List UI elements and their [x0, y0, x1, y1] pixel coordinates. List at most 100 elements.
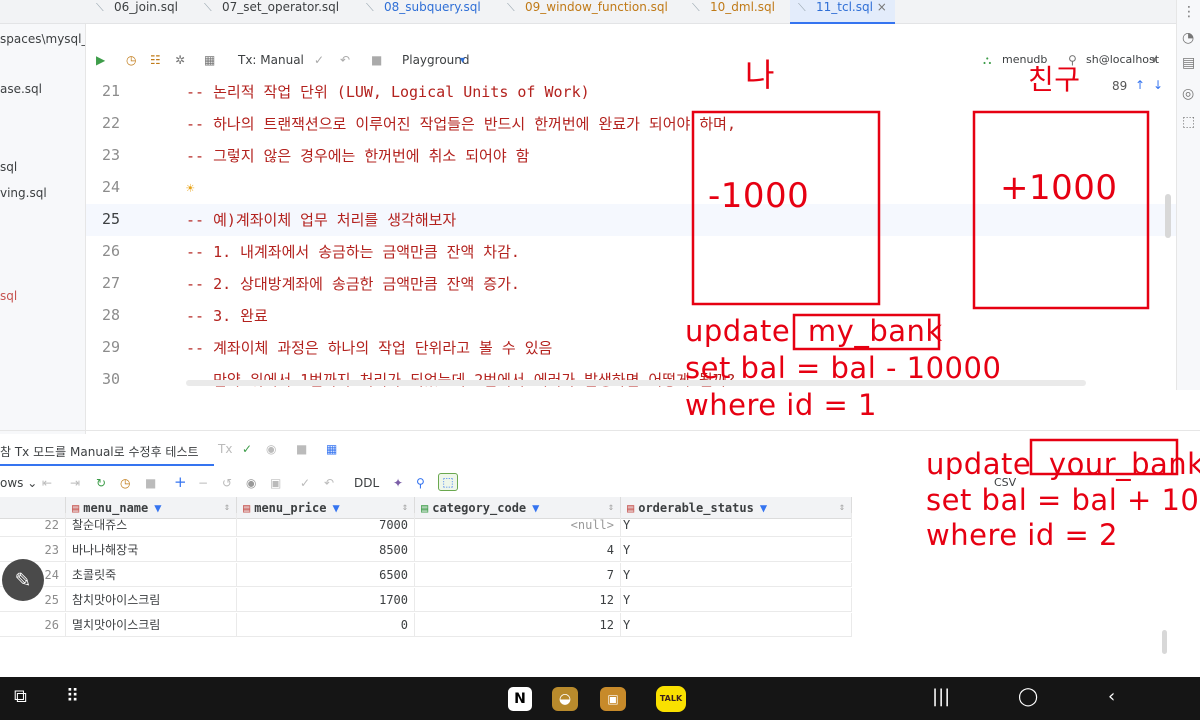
bell-icon[interactable]: ◔	[1182, 30, 1194, 46]
ai-icon[interactable]: ◎	[1182, 86, 1194, 102]
cell-menu-name[interactable]: 멸치맛아이스크림	[66, 613, 237, 637]
code-line[interactable]: -- 계좌이체 과정은 하나의 작업 단위라고 볼 수 있음	[186, 332, 552, 364]
search-icon[interactable]: ⚲	[416, 476, 425, 490]
schema-icon: ⛬	[983, 53, 992, 67]
lightbulb-icon[interactable]: ☀	[186, 181, 194, 197]
back-icon[interactable]: ‹	[1108, 686, 1115, 707]
code-line[interactable]: -- 1. 내계좌에서 송금하는 금액만큼 잔액 차감.	[186, 236, 520, 268]
stop-icon[interactable]: ■	[371, 53, 382, 67]
rollback-icon[interactable]: ◉	[266, 442, 276, 456]
chevron-down-icon[interactable]: ▾	[1152, 55, 1157, 66]
result-tab[interactable]: 참 Tx 모드를 Manual로 수정후 테스트	[0, 436, 214, 466]
revert-icon[interactable]: ↺	[222, 476, 232, 490]
grid-icon[interactable]: ▦	[326, 442, 337, 456]
apps-grid-icon[interactable]: ⠿	[66, 686, 79, 707]
ddl-button[interactable]: DDL	[354, 476, 379, 490]
kakaotalk-app-icon[interactable]: TALK	[656, 686, 686, 712]
table-row[interactable]: 23 바나나해장국 8500 4 Y	[0, 538, 852, 562]
vertical-scrollbar[interactable]	[1165, 194, 1171, 238]
prev-page-icon[interactable]: ⇤	[42, 476, 52, 490]
cell-category-code[interactable]: 12	[415, 613, 621, 637]
home-icon[interactable]: ◯	[1018, 686, 1038, 707]
table-row[interactable]: 24 초콜릿죽 6500 7 Y	[0, 563, 852, 587]
commit-icon[interactable]: ✓	[242, 442, 252, 456]
connection-selector[interactable]: sh@localhost	[1086, 53, 1159, 66]
table-row[interactable]: 22 찰순대쥬스 7000 <null> Y	[0, 513, 852, 537]
cell-menu-price[interactable]: 0	[237, 613, 415, 637]
cell-category-code[interactable]: 4	[415, 538, 621, 562]
next-page-icon[interactable]: ⇥	[70, 476, 80, 490]
code-line[interactable]: ☀	[186, 172, 194, 204]
structure-icon[interactable]: ⬚	[1182, 114, 1195, 130]
cell-menu-name[interactable]: 바나나해장국	[66, 538, 237, 562]
cell-menu-name[interactable]: 찰순대쥬스	[66, 513, 237, 537]
tab-10-dml[interactable]: ⟍ 10_dml.sql	[692, 0, 775, 24]
panel-divider	[0, 430, 1200, 431]
refresh-icon[interactable]: ↻	[96, 476, 106, 490]
cell-orderable-status[interactable]: Y	[621, 563, 852, 587]
table-row[interactable]: 25 참치맛아이스크림 1700 12 Y	[0, 588, 852, 612]
save-icon[interactable]: ▣	[270, 476, 281, 490]
project-file[interactable]: ase.sql	[0, 82, 42, 96]
code-line[interactable]: -- 예)계좌이체 업무 처리를 생각해보자	[186, 204, 456, 236]
cell-orderable-status[interactable]: Y	[621, 538, 852, 562]
rows-dropdown[interactable]: ows ⌄	[0, 476, 37, 490]
close-icon[interactable]: ×	[877, 0, 887, 14]
tab-06-join[interactable]: ⟍ 06_join.sql	[96, 0, 178, 24]
pen-edit-button[interactable]: ✎	[2, 559, 44, 601]
gear-icon[interactable]: ✲	[175, 53, 185, 67]
cell-category-code[interactable]: <null>	[415, 513, 621, 537]
tab-08-subquery[interactable]: ⟍ 08_subquery.sql	[366, 0, 481, 24]
project-file[interactable]: sql	[0, 160, 17, 174]
commit-icon[interactable]: ✓	[314, 53, 324, 67]
recents-icon[interactable]: |||	[932, 686, 950, 707]
project-file[interactable]: sql	[0, 289, 17, 303]
tab-07-set-operator[interactable]: ⟍ 07_set_operator.sql	[204, 0, 339, 24]
chat-app-icon[interactable]: ◒	[552, 687, 578, 711]
stop-icon[interactable]: ■	[145, 476, 156, 490]
cell-menu-price[interactable]: 6500	[237, 563, 415, 587]
tab-09-window-function[interactable]: ⟍ 09_window_function.sql	[507, 0, 668, 24]
tx-mode-dropdown[interactable]: Tx: Manual	[238, 53, 304, 67]
run-icon[interactable]: ▶	[96, 53, 105, 67]
screen-icon[interactable]: ⧉	[14, 686, 27, 707]
cell-menu-price[interactable]: 8500	[237, 538, 415, 562]
code-line[interactable]: -- 하나의 트랜잭션으로 이루어진 작업들은 반드시 한꺼번에 완료가 되어야…	[186, 108, 736, 140]
rollback-icon[interactable]: ↶	[324, 476, 334, 490]
cell-menu-price[interactable]: 1700	[237, 588, 415, 612]
more-icon[interactable]: ⋮	[1182, 4, 1196, 20]
calendar-app-icon[interactable]: ▣	[600, 687, 626, 711]
code-line[interactable]: -- 2. 상대방계좌에 송금한 금액만큼 잔액 증가.	[186, 268, 520, 300]
cell-orderable-status[interactable]: Y	[621, 613, 852, 637]
project-file[interactable]: ving.sql	[0, 186, 47, 200]
vertical-scrollbar[interactable]	[1162, 630, 1167, 654]
cell-orderable-status[interactable]: Y	[621, 513, 852, 537]
code-line[interactable]: -- 그렇지 않은 경우에는 한꺼번에 취소 되어야 함	[186, 140, 529, 172]
chevron-down-icon[interactable]: ▾	[460, 55, 465, 66]
history-icon[interactable]: ◷	[126, 53, 136, 67]
cell-menu-name[interactable]: 참치맛아이스크림	[66, 588, 237, 612]
code-editor[interactable]: -- 논리적 작업 단위 (LUW, Logical Units of Work…	[186, 76, 1176, 388]
code-line[interactable]: -- 논리적 작업 단위 (LUW, Logical Units of Work…	[186, 76, 590, 108]
notion-app-icon[interactable]: N	[508, 687, 532, 711]
history-icon[interactable]: ◷	[120, 476, 130, 490]
eye-icon[interactable]: ◉	[246, 476, 256, 490]
cell-category-code[interactable]: 12	[415, 588, 621, 612]
remove-row-icon[interactable]: −	[198, 476, 208, 490]
add-row-icon[interactable]: +	[174, 473, 187, 491]
stop-icon[interactable]: ■	[296, 442, 307, 456]
commit-icon[interactable]: ✓	[300, 476, 310, 490]
filter-view-icon[interactable]: ⬚	[438, 473, 458, 491]
pin-icon[interactable]: ✦	[393, 476, 403, 490]
explain-icon[interactable]: ☷	[150, 53, 161, 67]
cell-category-code[interactable]: 7	[415, 563, 621, 587]
rollback-icon[interactable]: ↶	[340, 53, 350, 67]
cell-menu-price[interactable]: 7000	[237, 513, 415, 537]
tab-11-tcl[interactable]: ⟍ 11_tcl.sql ×	[790, 0, 895, 24]
cell-orderable-status[interactable]: Y	[621, 588, 852, 612]
table-icon[interactable]: ▦	[204, 53, 215, 67]
database-icon[interactable]: ▤	[1182, 55, 1195, 71]
table-row[interactable]: 26 멸치맛아이스크림 0 12 Y	[0, 613, 852, 637]
cell-menu-name[interactable]: 초콜릿죽	[66, 563, 237, 587]
code-line[interactable]: -- 3. 완료	[186, 300, 268, 332]
